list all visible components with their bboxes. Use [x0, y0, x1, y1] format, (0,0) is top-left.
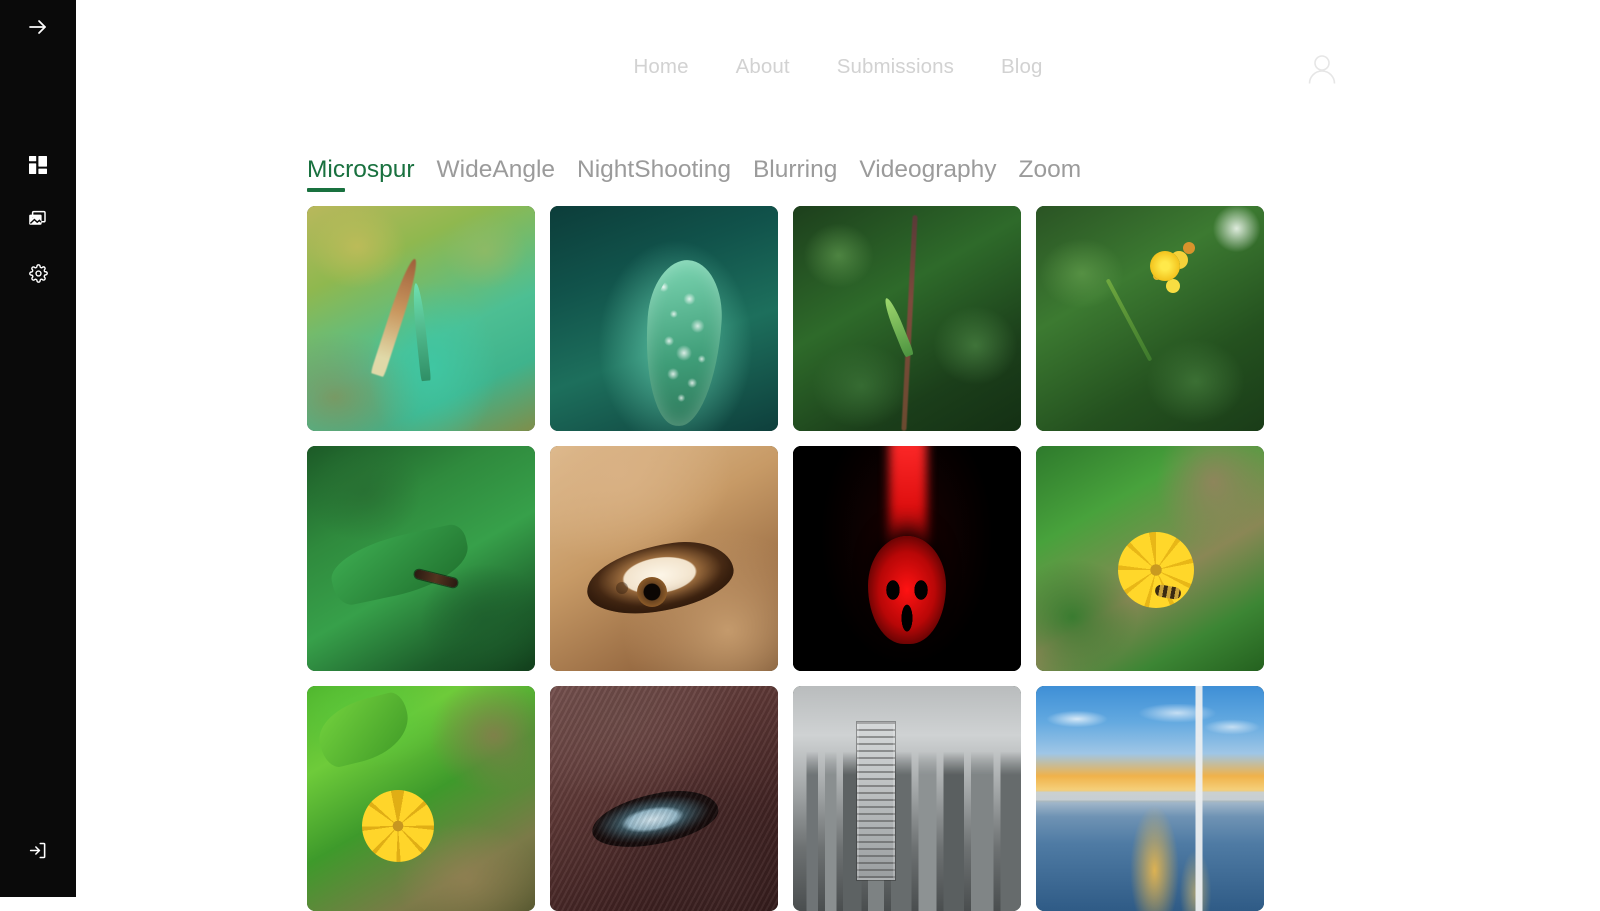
tab-label: Blurring	[752, 156, 838, 183]
tab-nightshooting[interactable]: NightShooting	[577, 155, 731, 195]
arrow-right-icon	[26, 15, 50, 39]
nav-link-about[interactable]: About	[736, 56, 790, 78]
tab-label: Microspur	[307, 156, 415, 183]
sidebar-collapse-toggle[interactable]	[18, 7, 58, 47]
nav-link-blog[interactable]: Blog	[1001, 56, 1042, 78]
tab-wideangle[interactable]: WideAngle	[437, 155, 555, 195]
gallery-photo-9[interactable]	[307, 686, 535, 911]
nav-link-submissions[interactable]: Submissions	[837, 56, 954, 78]
gallery-photo-7[interactable]	[793, 446, 1021, 671]
login-arrow-icon	[28, 840, 49, 861]
sidebar-item-login[interactable]	[18, 830, 58, 870]
gallery-photo-8[interactable]	[1036, 446, 1264, 671]
tab-blurring[interactable]: Blurring	[753, 155, 837, 195]
photo-thumbnail	[793, 206, 1021, 431]
tab-label: NightShooting	[577, 156, 731, 183]
photo-thumbnail	[307, 686, 535, 911]
photo-thumbnail	[1036, 206, 1264, 431]
tab-zoom[interactable]: Zoom	[1019, 155, 1082, 195]
photo-thumbnail	[1036, 686, 1264, 911]
photo-thumbnail	[793, 686, 1021, 911]
user-avatar-icon	[1300, 55, 1344, 95]
primary-nav-links: Home About Submissions Blog	[76, 56, 1600, 78]
top-navigation-bar: Home About Submissions Blog	[76, 0, 1600, 132]
photo-thumbnail	[307, 446, 535, 671]
gallery-photo-2[interactable]	[550, 206, 778, 431]
photo-thumbnail	[550, 686, 778, 911]
sidebar-nav	[18, 145, 58, 293]
sidebar-item-dashboard[interactable]	[18, 145, 58, 185]
photo-thumbnail	[793, 446, 1021, 671]
gallery-photo-3[interactable]	[793, 206, 1021, 431]
gallery-photo-10[interactable]	[550, 686, 778, 911]
photos-stack-icon	[28, 209, 49, 230]
tab-videography[interactable]: Videography	[859, 155, 996, 195]
category-tab-bar: Microspur WideAngle NightShooting Blurri…	[307, 155, 1081, 195]
photo-thumbnail	[1036, 446, 1264, 671]
main-content: Home About Submissions Blog Microspur Wi…	[76, 0, 1600, 911]
nav-link-home[interactable]: Home	[634, 56, 689, 78]
photo-thumbnail	[550, 446, 778, 671]
gallery-photo-12[interactable]	[1036, 686, 1264, 911]
gallery-photo-5[interactable]	[307, 446, 535, 671]
gear-icon	[28, 263, 48, 283]
tab-label: WideAngle	[436, 156, 556, 183]
photo-thumbnail	[307, 206, 535, 431]
gallery-photo-11[interactable]	[793, 686, 1021, 911]
gallery-photo-6[interactable]	[550, 446, 778, 671]
account-avatar-button[interactable]	[1300, 47, 1344, 91]
gallery-photo-4[interactable]	[1036, 206, 1264, 431]
sidebar-item-gallery[interactable]	[18, 199, 58, 239]
sidebar-item-settings[interactable]	[18, 253, 58, 293]
sidebar	[0, 0, 76, 897]
photo-thumbnail	[550, 206, 778, 431]
gallery-photo-1[interactable]	[307, 206, 535, 431]
tab-label: Zoom	[1018, 156, 1082, 183]
grid-dashboard-icon	[28, 155, 48, 175]
photo-gallery-grid	[307, 206, 1264, 911]
tab-label: Videography	[859, 156, 997, 183]
active-tab-underline	[307, 187, 345, 192]
tab-microspur[interactable]: Microspur	[307, 155, 415, 195]
